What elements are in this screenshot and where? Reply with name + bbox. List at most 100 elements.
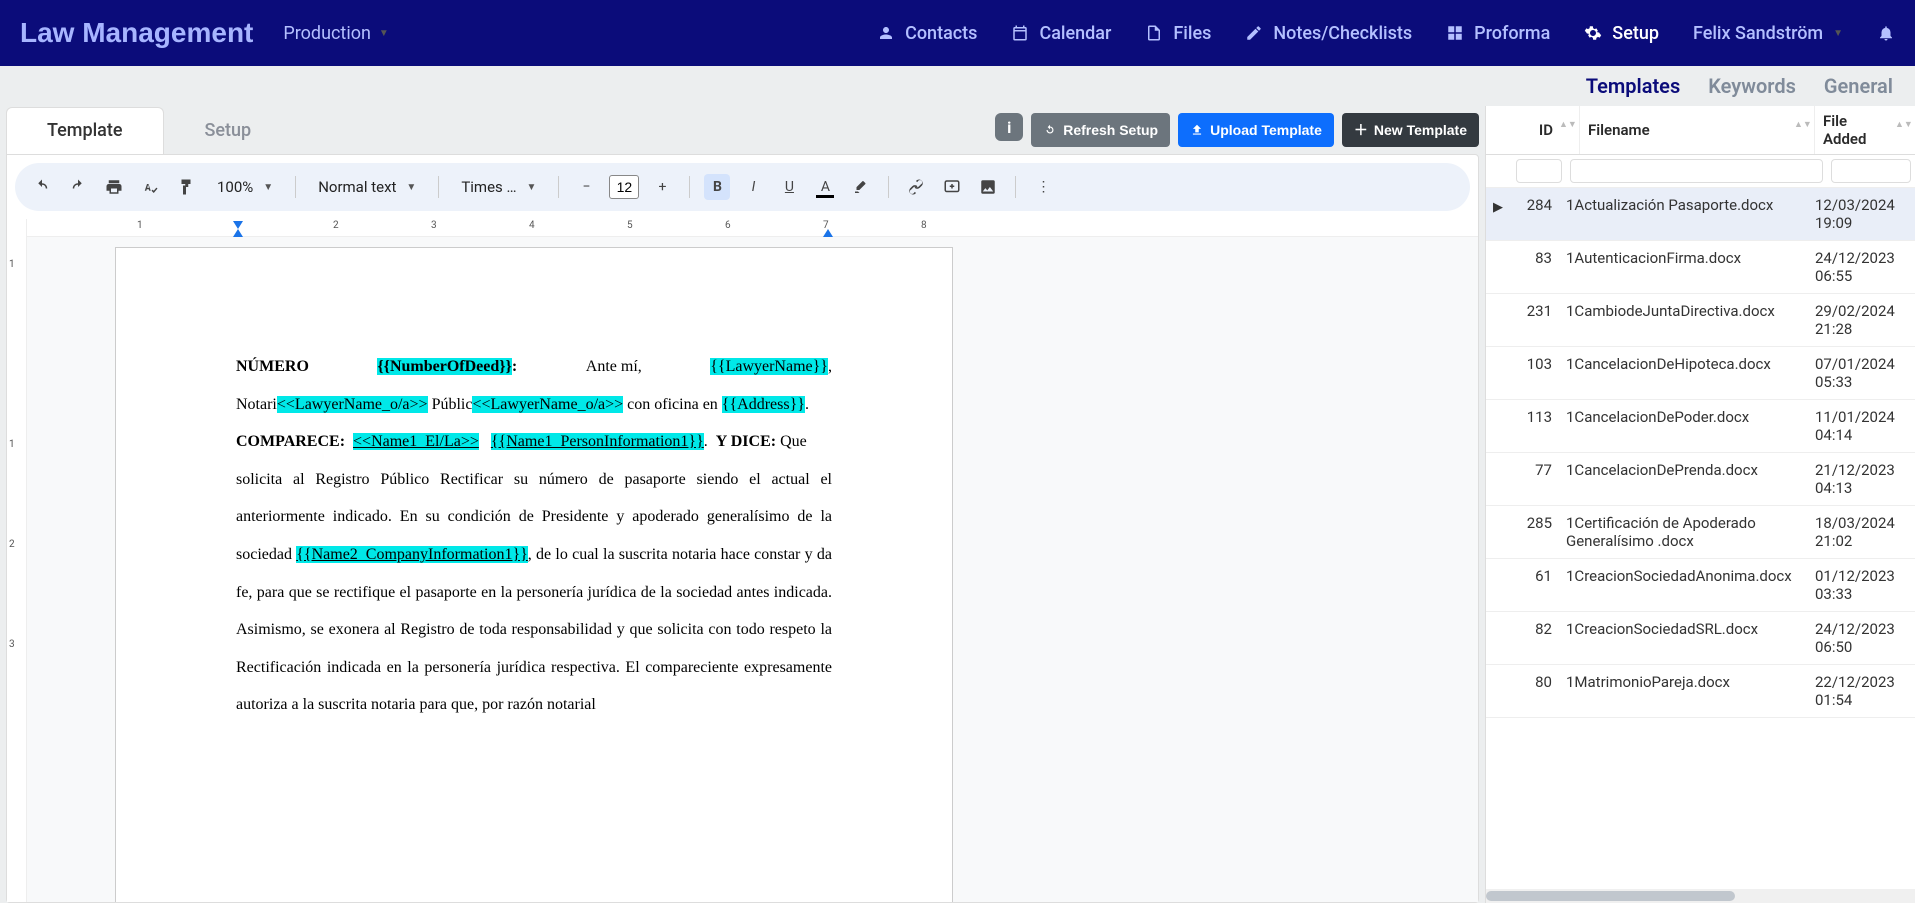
table-row[interactable]: 1131CancelacionDePoder.docx11/01/2024 04… xyxy=(1486,400,1915,453)
chevron-down-icon: ▼ xyxy=(527,182,537,193)
btn-label: Upload Template xyxy=(1210,122,1322,138)
text-comparece: COMPARECE: xyxy=(236,433,345,450)
nav-user-menu[interactable]: Felix Sandström ▼ xyxy=(1693,23,1843,44)
font-size-input[interactable] xyxy=(609,175,639,199)
panel-tabs: Template Setup xyxy=(6,107,292,154)
refresh-setup-button[interactable]: Refresh Setup xyxy=(1031,113,1170,147)
panel-tab-setup[interactable]: Setup xyxy=(164,107,293,154)
insert-link-button[interactable] xyxy=(903,174,929,200)
table-row[interactable]: 611CreacionSociedadAnonima.docx01/12/202… xyxy=(1486,559,1915,612)
cell-id: 231 xyxy=(1510,302,1560,338)
row-indicator-icon xyxy=(1486,302,1510,338)
insert-comment-button[interactable] xyxy=(939,174,965,200)
upload-icon xyxy=(1190,123,1204,137)
table-row[interactable]: 2851Certificación de Apoderado Generalís… xyxy=(1486,506,1915,559)
editor-area: 1 1 2 3 1 2 3 4 5 6 7 xyxy=(7,219,1478,902)
upload-template-button[interactable]: Upload Template xyxy=(1178,113,1334,147)
text-numero: NÚMERO xyxy=(236,358,309,375)
text-notari: Notari xyxy=(236,396,277,413)
paragraph-style-selector[interactable]: Normal text▼ xyxy=(310,178,424,196)
table-row[interactable]: 821CreacionSociedadSRL.docx24/12/2023 06… xyxy=(1486,612,1915,665)
row-indicator-icon xyxy=(1486,620,1510,656)
table-row[interactable]: 2311CambiodeJuntaDirectiva.docx29/02/202… xyxy=(1486,294,1915,347)
main-split: Template Setup i Refresh Setup Upload Te… xyxy=(0,106,1915,903)
highlight-button[interactable] xyxy=(848,174,874,200)
brand-logo: Law Management xyxy=(20,17,253,49)
document-page[interactable]: NÚMERO {{NumberOfDeed}}: Ante mí, {{Lawy… xyxy=(115,247,953,902)
italic-button[interactable]: I xyxy=(740,174,766,200)
undo-button[interactable] xyxy=(29,174,55,200)
nav-calendar[interactable]: Calendar xyxy=(1011,23,1111,44)
font-decrease-button[interactable]: − xyxy=(573,174,599,200)
nav-label: Files xyxy=(1173,23,1211,44)
nav-label: Notes/Checklists xyxy=(1273,23,1412,44)
gear-icon xyxy=(1584,24,1602,42)
person-icon xyxy=(877,24,895,42)
nav-notifications[interactable] xyxy=(1877,24,1895,42)
filter-id-input[interactable] xyxy=(1516,159,1562,183)
new-template-button[interactable]: ＋ New Template xyxy=(1342,113,1479,147)
nav-contacts[interactable]: Contacts xyxy=(877,23,977,44)
paint-format-button[interactable] xyxy=(173,174,199,200)
calendar-icon xyxy=(1011,24,1029,42)
insert-image-button[interactable] xyxy=(975,174,1001,200)
chevron-down-icon: ▼ xyxy=(406,182,416,193)
more-button[interactable]: ⋮ xyxy=(1030,174,1056,200)
tab-keywords[interactable]: Keywords xyxy=(1708,74,1796,98)
row-indicator-icon: ▶ xyxy=(1486,196,1510,232)
btn-label: Refresh Setup xyxy=(1063,122,1158,138)
tab-templates[interactable]: Templates xyxy=(1586,74,1680,98)
cell-date: 21/12/2023 04:13 xyxy=(1815,461,1915,497)
panel-tab-template[interactable]: Template xyxy=(6,107,164,154)
nav-notes[interactable]: Notes/Checklists xyxy=(1245,23,1412,44)
cell-date: 18/03/2024 21:02 xyxy=(1815,514,1915,550)
col-header-id[interactable]: ID▲▼ xyxy=(1510,106,1580,154)
print-button[interactable] xyxy=(101,174,127,200)
cell-filename: 1CreacionSociedadSRL.docx xyxy=(1560,620,1815,656)
horizontal-scrollbar[interactable] xyxy=(1486,889,1915,903)
nav-files[interactable]: Files xyxy=(1145,23,1211,44)
table-row[interactable]: 801MatrimonioPareja.docx22/12/2023 01:54 xyxy=(1486,665,1915,718)
filter-date-input[interactable] xyxy=(1831,159,1911,183)
cell-id: 103 xyxy=(1510,355,1560,391)
underline-button[interactable]: U xyxy=(776,174,802,200)
table-row[interactable]: 1031CancelacionDeHipoteca.docx07/01/2024… xyxy=(1486,347,1915,400)
document-canvas[interactable]: NÚMERO {{NumberOfDeed}}: Ante mí, {{Lawy… xyxy=(27,237,1478,902)
zoom-selector[interactable]: 100%▼ xyxy=(209,178,281,196)
table-row[interactable]: 831AutenticacionFirma.docx24/12/2023 06:… xyxy=(1486,241,1915,294)
grid-body[interactable]: ▶2841Actualización Pasaporte.docx12/03/2… xyxy=(1486,188,1915,889)
cell-id: 77 xyxy=(1510,461,1560,497)
filter-filename-input[interactable] xyxy=(1570,159,1823,183)
tab-general[interactable]: General xyxy=(1824,74,1893,98)
row-indicator-icon xyxy=(1486,249,1510,285)
placeholder-address: {{Address}} xyxy=(722,396,805,413)
cell-date: 24/12/2023 06:50 xyxy=(1815,620,1915,656)
nav-proforma[interactable]: Proforma xyxy=(1446,23,1550,44)
text-color-button[interactable]: A xyxy=(812,174,838,200)
table-row[interactable]: 771CancelacionDePrenda.docx21/12/2023 04… xyxy=(1486,453,1915,506)
font-increase-button[interactable]: + xyxy=(649,174,675,200)
grid-icon xyxy=(1446,24,1464,42)
bell-icon xyxy=(1877,24,1895,42)
nav-setup[interactable]: Setup xyxy=(1584,23,1659,44)
spellcheck-button[interactable] xyxy=(137,174,163,200)
cell-date: 29/02/2024 21:28 xyxy=(1815,302,1915,338)
cell-filename: 1CambiodeJuntaDirectiva.docx xyxy=(1560,302,1815,338)
vertical-ruler: 1 1 2 3 xyxy=(7,219,27,902)
col-header-date[interactable]: File Added▲▼ xyxy=(1815,106,1915,154)
cell-filename: 1CancelacionDePoder.docx xyxy=(1560,408,1815,444)
refresh-icon xyxy=(1043,123,1057,137)
cell-filename: 1MatrimonioPareja.docx xyxy=(1560,673,1815,709)
nav-label: Proforma xyxy=(1474,23,1550,44)
bold-button[interactable]: B xyxy=(704,174,730,200)
info-button[interactable]: i xyxy=(995,113,1023,141)
placeholder-lawyer: {{LawyerName}} xyxy=(710,358,828,375)
font-selector[interactable]: Times …▼ xyxy=(453,178,544,196)
redo-button[interactable] xyxy=(65,174,91,200)
table-row[interactable]: ▶2841Actualización Pasaporte.docx12/03/2… xyxy=(1486,188,1915,241)
col-header-filename[interactable]: Filename▲▼ xyxy=(1580,106,1815,154)
placeholder-name1-ella: <<Name1_El/La>> xyxy=(353,433,479,450)
environment-selector[interactable]: Production ▼ xyxy=(283,23,388,44)
plus-icon: ＋ xyxy=(1354,120,1368,140)
cell-date: 07/01/2024 05:33 xyxy=(1815,355,1915,391)
